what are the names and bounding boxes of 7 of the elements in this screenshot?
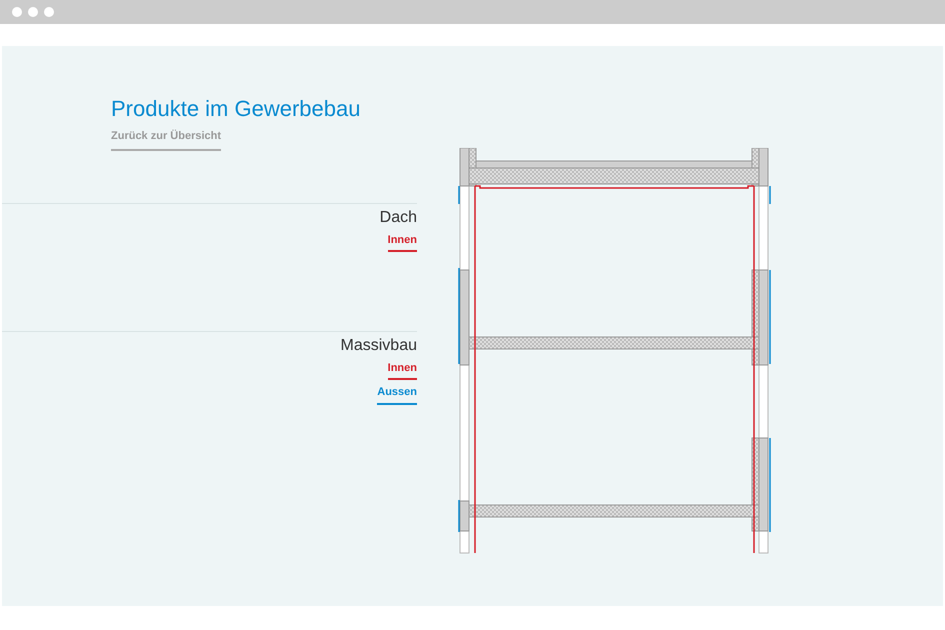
section-link[interactable]: Innen [388, 232, 417, 252]
back-link[interactable]: Zurück zur Übersicht [111, 128, 222, 150]
section-link[interactable]: Innen [388, 360, 417, 380]
page-title: Produkte im Gewerbebau [111, 96, 360, 122]
section-link[interactable]: Aussen [377, 384, 417, 404]
section-title: Dach [380, 208, 417, 228]
section-title: Massivbau [340, 336, 417, 356]
